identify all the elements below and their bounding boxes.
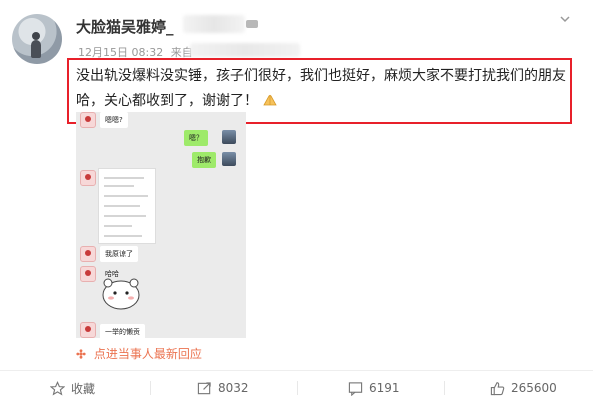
chevron-down-icon[interactable] <box>560 14 570 24</box>
action-separator <box>150 381 151 395</box>
chat-bubble-mine: 抱歉 <box>192 152 216 168</box>
friend-avatar <box>80 170 96 186</box>
card-line <box>104 185 134 187</box>
username[interactable]: 大脸猫吴雅婷_ <box>76 16 174 37</box>
blurred-source-mask <box>190 43 300 57</box>
friend-avatar <box>80 112 96 128</box>
thumbs-up-icon <box>490 381 505 395</box>
chat-bubble: 嗯嗯? <box>100 112 128 128</box>
like-count: 265600 <box>511 381 557 395</box>
chat-bubble-mine: 嗯？ <box>184 130 208 146</box>
chat-bubble: 我原谅了 <box>100 246 138 262</box>
reply-hint-link[interactable]: 点进当事人最新回应 <box>76 345 202 362</box>
favorite-label: 收藏 <box>71 381 96 396</box>
card-line <box>104 215 146 217</box>
card-line <box>104 235 142 237</box>
post-text-body: 没出轨没爆料没实锤，孩子们很好，我们也挺好，麻烦大家不要打扰我们的朋友哈，关心都… <box>76 68 566 109</box>
action-separator <box>444 381 445 395</box>
comment-button[interactable]: 6191 <box>348 378 400 398</box>
avatar-figure <box>31 40 41 58</box>
avatar-head <box>32 32 40 40</box>
reply-hint-text: 点进当事人最新回应 <box>93 347 202 361</box>
bear-sticker-icon <box>102 278 140 310</box>
comment-count: 6191 <box>369 381 400 395</box>
folded-hands-emoji-icon <box>263 94 278 106</box>
repost-count: 8032 <box>218 381 249 395</box>
my-avatar <box>222 152 236 166</box>
repost-button[interactable]: 8032 <box>197 378 249 398</box>
card-line <box>104 225 132 227</box>
post-text: 没出轨没爆料没实锤，孩子们很好，我们也挺好，麻烦大家不要打扰我们的朋友哈，关心都… <box>76 64 570 114</box>
shared-screenshot-card <box>98 168 156 244</box>
star-icon <box>50 380 65 395</box>
like-button[interactable]: 265600 <box>490 378 557 398</box>
action-divider <box>0 370 593 371</box>
card-line <box>104 205 140 207</box>
repost-icon <box>197 381 211 394</box>
friend-avatar <box>80 246 96 262</box>
chat-screenshot-image[interactable]: 嗯嗯? 嗯？ 抱歉 我原谅了 哈哈 一举的懒贡 <box>76 112 246 338</box>
card-line <box>104 195 148 197</box>
blurred-name-mask <box>183 15 245 33</box>
card-line <box>104 177 144 179</box>
friend-avatar <box>80 322 96 338</box>
flower-icon <box>76 349 86 359</box>
user-avatar[interactable] <box>12 14 62 64</box>
verified-badge-icon <box>246 20 258 28</box>
favorite-button[interactable]: 收藏 <box>50 378 95 398</box>
comment-icon <box>348 381 363 396</box>
action-separator <box>297 381 298 395</box>
chat-bubble: 一举的懒贡 <box>100 324 145 338</box>
my-avatar <box>222 130 236 144</box>
friend-avatar <box>80 266 96 282</box>
